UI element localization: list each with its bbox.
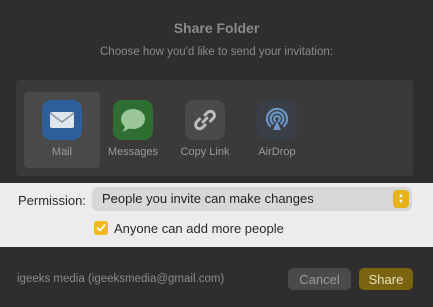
- account-info: igeeks media (igeeksmedia@gmail.com): [17, 273, 225, 285]
- share-method-label: Messages: [107, 146, 159, 158]
- mail-icon: [42, 100, 82, 140]
- dialog-title: Share Folder: [173, 20, 260, 36]
- add-people-checkbox[interactable]: [94, 221, 108, 235]
- share-folder-dialog: Share Folder Choose how you'd like to se…: [0, 0, 433, 307]
- share-method-messages[interactable]: Messages: [95, 92, 171, 168]
- add-people-checkbox-label[interactable]: Anyone can add more people: [114, 221, 284, 236]
- cancel-button[interactable]: Cancel: [288, 268, 351, 290]
- share-button[interactable]: Share: [359, 268, 413, 290]
- share-method-mail[interactable]: Mail: [24, 92, 100, 168]
- checkmark-icon: [96, 224, 106, 232]
- share-method-airdrop[interactable]: AirDrop: [239, 92, 315, 168]
- permission-label: Permission:: [18, 193, 86, 208]
- dialog-subtitle: Choose how you'd like to send your invit…: [100, 46, 333, 58]
- share-method-label: AirDrop: [258, 146, 296, 158]
- link-icon: [185, 100, 225, 140]
- permission-select[interactable]: People you invite can make changes ▲ ▼: [93, 188, 411, 210]
- chevron-up-down-icon: ▲ ▼: [393, 190, 409, 208]
- messages-icon: [113, 100, 153, 140]
- permission-select-value: People you invite can make changes: [102, 191, 314, 206]
- airdrop-icon: [257, 100, 297, 140]
- share-method-label: Mail: [51, 146, 73, 158]
- share-method-label: Copy Link: [180, 146, 230, 158]
- share-method-copy-link[interactable]: Copy Link: [167, 92, 243, 168]
